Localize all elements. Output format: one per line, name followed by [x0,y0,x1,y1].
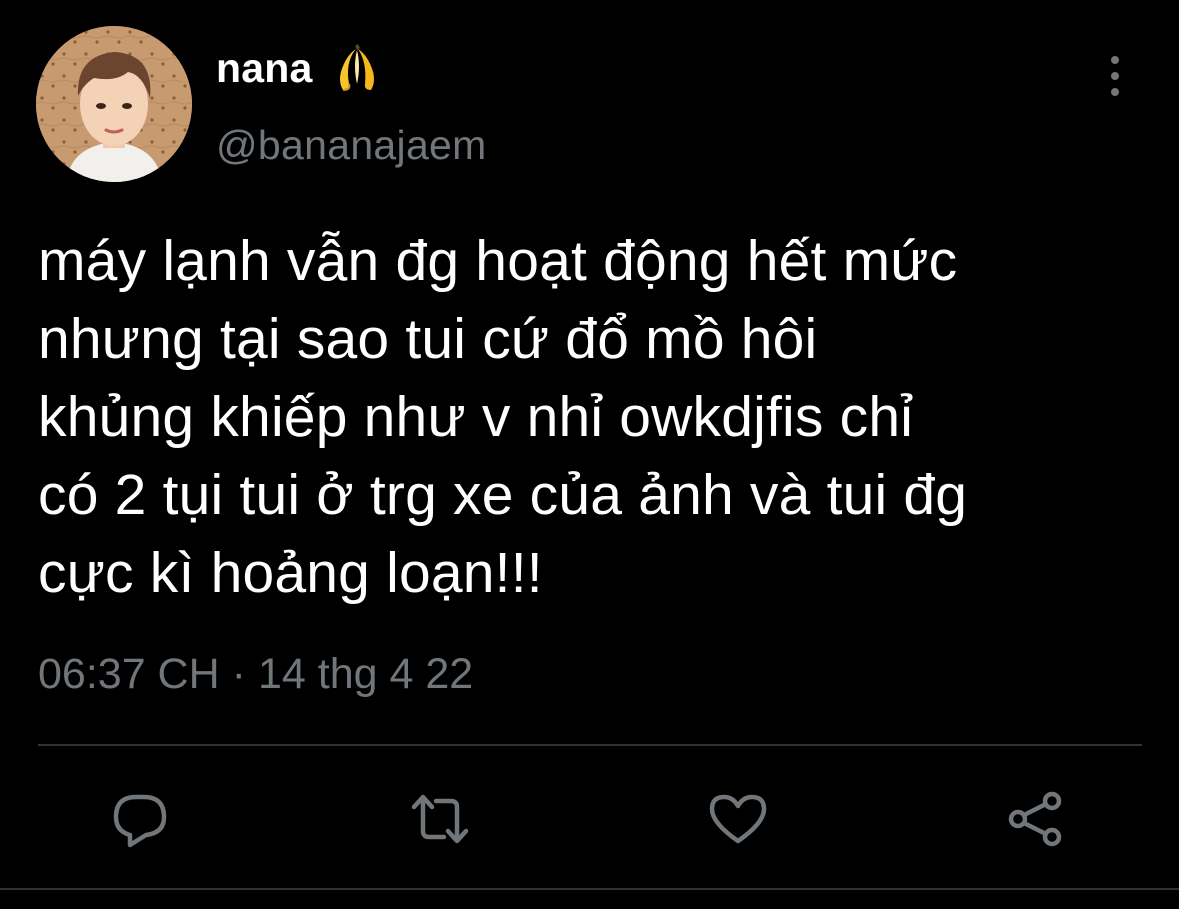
share-button[interactable] [1004,787,1068,851]
user-handle[interactable]: @bananajaem [216,122,487,169]
divider [38,744,1142,746]
display-name[interactable]: nana [216,45,313,92]
retweet-button[interactable] [408,787,472,851]
more-options-icon[interactable] [1098,52,1132,100]
tweet-time: 06:37 CH [38,650,220,698]
avatar-image [36,26,192,182]
share-icon [1008,791,1062,847]
heart-icon [709,794,767,844]
reply-icon [113,794,167,848]
tweet-timestamp[interactable]: 06:37 CH · 14 thg 4 22 [38,650,473,699]
tweet-date: 14 thg 4 22 [258,650,474,698]
tweet-text: máy lạnh vẫn đg hoạt động hết mức nhưng … [38,229,968,605]
tweet-card: nana @bananajaem máy lạnh vẫn đg hoạt độ… [0,0,1179,909]
banana-icon [329,40,385,96]
bottom-divider [0,888,1179,890]
display-name-row: nana [216,40,385,96]
meta-separator: · [231,650,246,698]
retweet-icon [411,794,469,844]
avatar[interactable] [36,26,192,182]
like-button[interactable] [706,787,770,851]
reply-button[interactable] [108,787,172,851]
